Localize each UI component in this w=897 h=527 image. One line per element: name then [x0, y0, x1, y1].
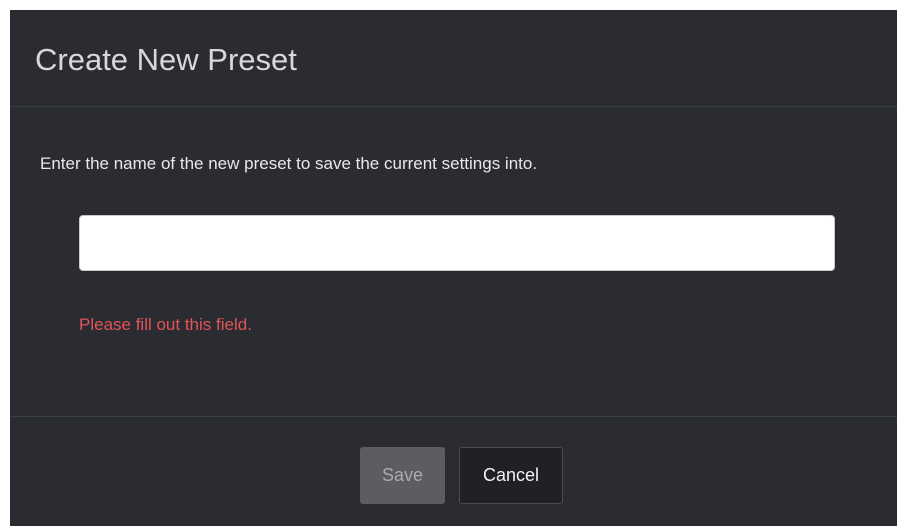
dialog-body: Enter the name of the new preset to save… — [10, 108, 897, 416]
create-preset-dialog: Create New Preset Enter the name of the … — [10, 10, 897, 526]
preset-name-input[interactable] — [79, 215, 835, 271]
dialog-title: Create New Preset — [35, 42, 297, 77]
dialog-header: Create New Preset — [10, 10, 897, 107]
dialog-footer: Save Cancel — [10, 416, 897, 527]
validation-error-message: Please fill out this field. — [79, 315, 252, 334]
cancel-button[interactable]: Cancel — [459, 447, 563, 504]
save-button[interactable]: Save — [360, 447, 445, 504]
dialog-description: Enter the name of the new preset to save… — [40, 154, 538, 173]
